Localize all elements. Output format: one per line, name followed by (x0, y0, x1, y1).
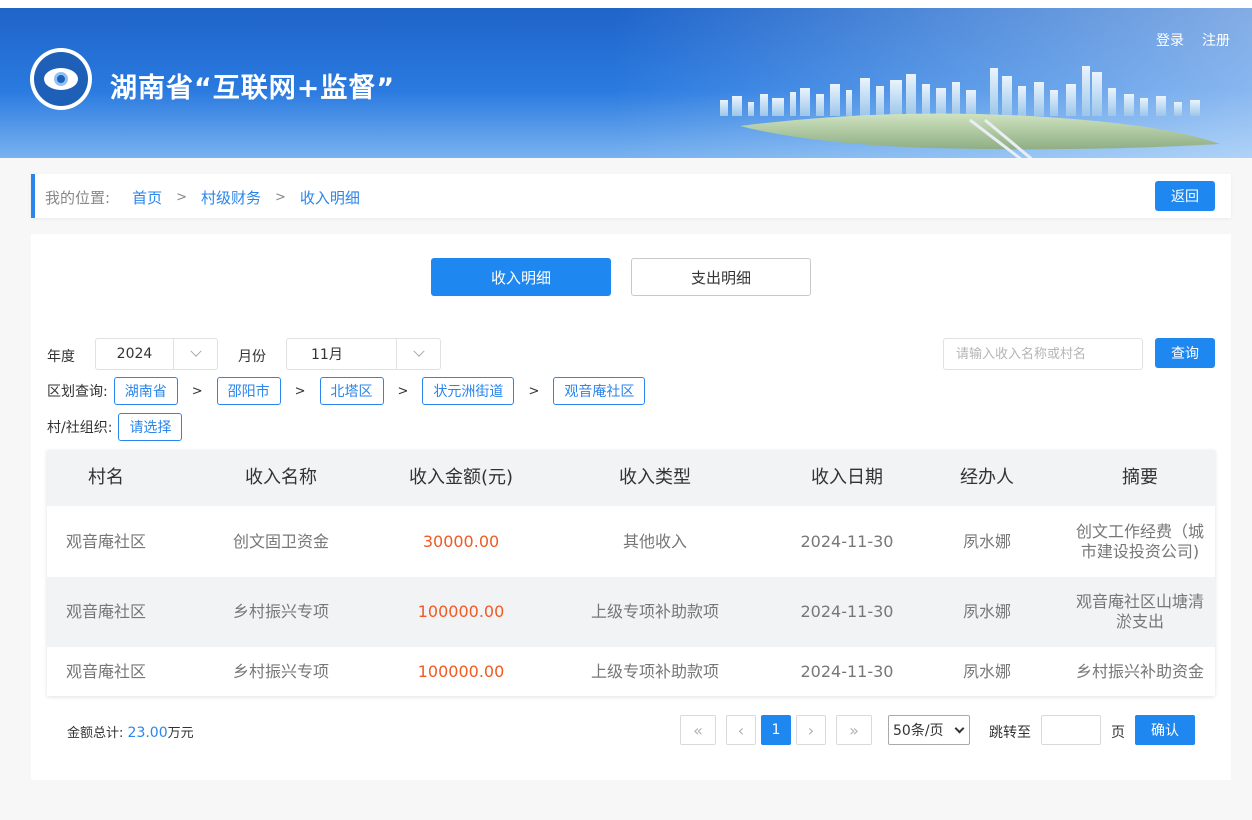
cell-village: 观音庵社区 (65, 602, 146, 621)
header-amount: 收入金额(元) (408, 467, 514, 488)
register-link[interactable]: 注册 (1202, 30, 1230, 50)
cell-summary: 观音庵社区山塘清淤支出 (1075, 592, 1204, 631)
site-logo (30, 48, 92, 110)
cell-amount: 100000.00 (417, 602, 505, 621)
header-date: 收入日期 (811, 467, 883, 488)
cell-date: 2024-11-30 (800, 531, 894, 551)
year-label: 年度 (47, 349, 75, 365)
total-unit: 万元 (167, 726, 194, 741)
next-page-icon[interactable]: › (796, 715, 826, 745)
breadcrumb: 我的位置: 首页 > 村级财务 > 收入明细 返回 (31, 174, 1231, 218)
region-separator: > (528, 383, 540, 399)
chevron-down-icon (954, 723, 965, 734)
year-select-value: 2024 (116, 346, 153, 362)
year-select[interactable]: 2024 (95, 338, 218, 370)
site-title: 湖南省“互联网+监督” (110, 73, 396, 104)
search-input[interactable] (943, 338, 1143, 370)
region-chip-district[interactable]: 北塔区 (319, 377, 384, 405)
org-filter: 村/社组织: 请选择 (47, 413, 183, 441)
table-row: 观音庵社区 乡村振兴专项 100000.00 上级专项补助款项 2024-11-… (47, 577, 1215, 647)
month-select[interactable]: 11月 (286, 338, 441, 370)
cell-village: 观音庵社区 (65, 661, 146, 681)
cell-income-name: 创文固卫资金 (232, 531, 329, 551)
prev-page-icon[interactable]: ‹ (726, 715, 756, 745)
cell-date: 2024-11-30 (800, 602, 894, 621)
org-select-button[interactable]: 请选择 (118, 413, 183, 441)
region-chip-street[interactable]: 状元洲街道 (422, 377, 515, 405)
cell-village: 观音庵社区 (65, 531, 146, 551)
cell-summary: 创文工作经费（城市建设投资公司) (1075, 521, 1204, 561)
tab-expense-detail[interactable]: 支出明细 (631, 258, 811, 296)
region-label: 区划查询: (47, 384, 108, 400)
first-page-icon[interactable]: « (680, 715, 716, 745)
cell-summary: 乡村振兴补助资金 (1075, 661, 1204, 681)
cell-income-name: 乡村振兴专项 (232, 602, 329, 621)
main-panel: 收入明细 支出明细 年度 2024 月份 11月 查询 区划查询: 湖南省 > … (31, 234, 1231, 780)
table-header-row: 村名 收入名称 收入金额(元) 收入类型 收入日期 经办人 摘要 (47, 450, 1215, 506)
breadcrumb-label: 我的位置: (45, 189, 111, 207)
region-chip-community[interactable]: 观音庵社区 (553, 377, 646, 405)
table-row: 观音庵社区 乡村振兴专项 100000.00 上级专项补助款项 2024-11-… (47, 647, 1215, 696)
last-page-icon[interactable]: » (836, 715, 872, 745)
month-label: 月份 (238, 349, 266, 365)
region-separator: > (294, 383, 306, 399)
page-size-select[interactable]: 50条/页 (888, 715, 970, 745)
header-income-name: 收入名称 (245, 467, 317, 488)
cell-type: 上级专项补助款项 (590, 661, 719, 681)
breadcrumb-separator: > (176, 190, 187, 205)
cell-handler: 夙水娜 (962, 531, 1011, 551)
header-type: 收入类型 (619, 467, 691, 488)
back-button[interactable]: 返回 (1155, 181, 1215, 211)
city-skyline-image (720, 66, 1220, 158)
page-size-value: 50条/页 (893, 723, 944, 739)
header-handler: 经办人 (960, 467, 1014, 488)
confirm-button[interactable]: 确认 (1135, 715, 1195, 745)
jump-label: 跳转至 (989, 725, 1031, 741)
region-separator: > (397, 383, 409, 399)
chevron-down-icon (173, 339, 217, 369)
org-label: 村/社组织: (47, 420, 113, 436)
breadcrumb-income-detail[interactable]: 收入明细 (300, 187, 360, 208)
pagination: « ‹ 1 › » (680, 715, 872, 745)
region-filter: 区划查询: 湖南省 > 邵阳市 > 北塔区 > 状元洲街道 > 观音庵社区 (47, 377, 646, 405)
page-number-current[interactable]: 1 (761, 715, 791, 745)
query-button[interactable]: 查询 (1155, 338, 1215, 368)
auth-links: 登录 注册 (1156, 30, 1230, 50)
cell-type: 上级专项补助款项 (590, 602, 719, 621)
breadcrumb-home[interactable]: 首页 (132, 187, 162, 208)
jump-page-input[interactable] (1041, 715, 1101, 745)
cell-income-name: 乡村振兴专项 (232, 661, 329, 681)
cell-handler: 夙水娜 (962, 661, 1011, 681)
header-summary: 摘要 (1122, 467, 1158, 488)
cell-amount: 100000.00 (417, 661, 505, 681)
cell-amount: 30000.00 (422, 531, 500, 551)
cell-type: 其他收入 (622, 531, 687, 551)
site-header: 湖南省“互联网+监督” 登录 注册 (0, 8, 1252, 158)
region-chip-province[interactable]: 湖南省 (113, 377, 178, 405)
region-separator: > (191, 383, 203, 399)
amount-total: 金额总计: 23.00万元 (67, 722, 194, 741)
table-row: 观音庵社区 创文固卫资金 30000.00 其他收入 2024-11-30 夙水… (47, 506, 1215, 577)
income-table: 村名 收入名称 收入金额(元) 收入类型 收入日期 经办人 摘要 观音庵社区 创… (47, 450, 1215, 696)
header-village: 村名 (88, 467, 124, 488)
cell-handler: 夙水娜 (962, 602, 1011, 621)
total-value: 23.00 (127, 725, 168, 741)
total-label: 金额总计: (67, 726, 124, 741)
eye-icon (44, 68, 78, 90)
login-link[interactable]: 登录 (1156, 30, 1184, 50)
tab-bar: 收入明细 支出明细 (431, 258, 811, 296)
breadcrumb-village-finance[interactable]: 村级财务 (201, 187, 261, 208)
cell-date: 2024-11-30 (800, 661, 894, 681)
month-select-value: 11月 (311, 347, 343, 363)
page-unit-label: 页 (1111, 725, 1125, 741)
breadcrumb-separator: > (275, 190, 286, 205)
tab-income-detail[interactable]: 收入明细 (431, 258, 611, 296)
region-chip-city[interactable]: 邵阳市 (216, 377, 281, 405)
chevron-down-icon (396, 339, 440, 369)
